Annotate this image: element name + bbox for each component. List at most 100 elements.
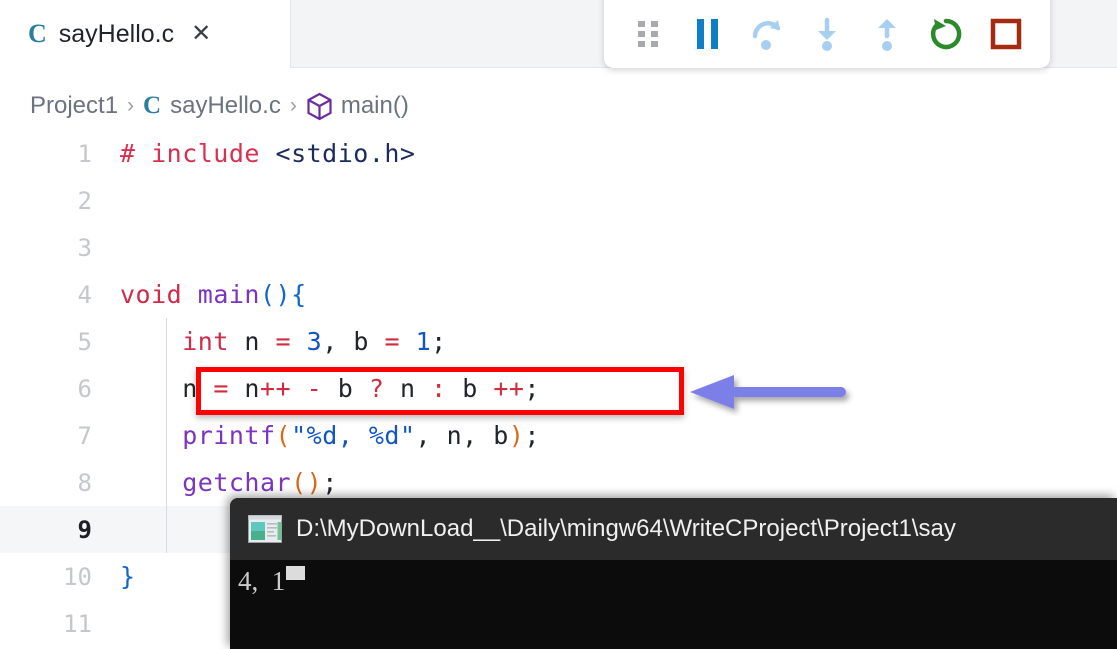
step-into-button[interactable] bbox=[804, 11, 850, 57]
code-token: n bbox=[228, 327, 276, 356]
code-token: <stdio.h> bbox=[275, 139, 416, 168]
step-over-button[interactable] bbox=[744, 11, 790, 57]
indent-guide bbox=[166, 318, 167, 553]
breadcrumb-file[interactable]: sayHello.c bbox=[170, 92, 281, 120]
breadcrumb-symbol[interactable]: main() bbox=[341, 92, 409, 120]
tab-sayhello-c[interactable]: C sayHello.c ✕ bbox=[0, 0, 291, 68]
code-token: 1 bbox=[415, 327, 432, 356]
code-line-7[interactable]: 7 printf("%d, %d", n, b); bbox=[0, 412, 1117, 459]
code-token: ++ bbox=[259, 374, 292, 403]
code-token: ++ bbox=[493, 374, 525, 403]
code-text: int n = 3, b = 1; bbox=[120, 327, 447, 356]
console-cursor bbox=[286, 566, 306, 580]
code-token: ) bbox=[306, 468, 323, 497]
code-token: = bbox=[275, 327, 292, 356]
restart-icon bbox=[931, 18, 962, 50]
step-out-button[interactable] bbox=[864, 11, 910, 57]
step-over-icon bbox=[753, 20, 781, 50]
code-token: ; bbox=[431, 327, 447, 356]
c-file-icon: C bbox=[143, 92, 162, 119]
code-line-3[interactable]: 3 bbox=[0, 224, 1117, 271]
console-title: D:\MyDownLoad__\Daily\mingw64\WriteCProj… bbox=[296, 515, 956, 542]
code-line-5[interactable]: 5 int n = 3, b = 1; bbox=[0, 318, 1117, 365]
stop-button[interactable] bbox=[983, 11, 1029, 57]
code-token: = bbox=[384, 327, 400, 356]
cube-symbol-icon bbox=[306, 92, 333, 121]
code-token: b bbox=[322, 374, 369, 403]
code-text: printf("%d, %d", n, b); bbox=[120, 421, 540, 450]
code-text: n = n++ - b ? n : b ++; bbox=[120, 374, 540, 403]
code-token: : bbox=[431, 374, 447, 403]
console-titlebar[interactable]: D:\MyDownLoad__\Daily\mingw64\WriteCProj… bbox=[230, 498, 1117, 560]
chevron-right-icon: › bbox=[289, 94, 297, 117]
line-number: 5 bbox=[77, 327, 92, 356]
console-output: 4, 1 bbox=[230, 560, 1117, 649]
code-token: "%d, %d" bbox=[291, 421, 416, 450]
close-icon[interactable]: ✕ bbox=[191, 22, 211, 46]
step-into-icon bbox=[817, 17, 836, 51]
code-text: void main(){ bbox=[120, 280, 307, 309]
code-token: } bbox=[120, 562, 136, 591]
line-number: 10 bbox=[63, 562, 92, 591]
line-number: 6 bbox=[77, 374, 92, 403]
line-number: 11 bbox=[63, 609, 92, 638]
code-token: n bbox=[384, 374, 432, 403]
breadcrumb-project[interactable]: Project1 bbox=[30, 92, 118, 120]
code-token: void bbox=[120, 280, 198, 309]
console-output-text: 4, 1 bbox=[238, 566, 286, 596]
chevron-right-icon: › bbox=[127, 94, 135, 117]
code-token: getchar bbox=[182, 468, 292, 497]
code-text: getchar(); bbox=[120, 468, 338, 497]
code-line-1[interactable]: 1 # include <stdio.h> bbox=[0, 130, 1117, 177]
line-number: 4 bbox=[77, 280, 92, 309]
line-number: 7 bbox=[77, 421, 92, 450]
code-token: ; bbox=[322, 468, 338, 497]
step-out-icon bbox=[877, 19, 896, 51]
code-text: # include <stdio.h> bbox=[120, 139, 415, 168]
code-token: ( bbox=[291, 468, 307, 497]
code-token: (){ bbox=[259, 280, 307, 309]
code-token: , n, b bbox=[415, 421, 509, 450]
stop-icon bbox=[990, 18, 1022, 50]
line-number: 2 bbox=[77, 186, 92, 215]
code-token: ) bbox=[508, 421, 525, 450]
code-token: - bbox=[306, 374, 323, 403]
code-token: ; bbox=[524, 374, 540, 403]
code-text: } bbox=[120, 562, 136, 591]
code-token: ( bbox=[275, 421, 292, 450]
drag-handle-dots bbox=[637, 21, 658, 47]
code-token: ? bbox=[368, 374, 385, 403]
pause-button[interactable] bbox=[685, 11, 731, 57]
code-token: main bbox=[197, 280, 260, 309]
line-number: 3 bbox=[77, 233, 92, 262]
code-line-6[interactable]: 6 n = n++ - b ? n : b ++; bbox=[0, 365, 1117, 412]
code-line-2[interactable]: 2 bbox=[0, 177, 1117, 224]
code-token: n bbox=[228, 374, 260, 403]
code-token: printf bbox=[182, 421, 276, 450]
breadcrumb: Project1 › C sayHello.c › main() bbox=[30, 86, 409, 126]
code-token: 3 bbox=[306, 327, 323, 356]
restart-button[interactable] bbox=[923, 11, 969, 57]
line-number: 9 bbox=[77, 515, 92, 544]
code-token: ; bbox=[524, 421, 540, 450]
code-token: int bbox=[182, 327, 229, 356]
drag-handle-icon[interactable] bbox=[625, 11, 671, 57]
line-number: 1 bbox=[77, 139, 92, 168]
code-line-4[interactable]: 4 void main(){ bbox=[0, 271, 1117, 318]
debug-toolbar[interactable] bbox=[604, 0, 1050, 68]
console-window-icon bbox=[248, 515, 282, 543]
code-token: , b bbox=[322, 327, 385, 356]
code-token: b bbox=[446, 374, 494, 403]
console-window[interactable]: D:\MyDownLoad__\Daily\mingw64\WriteCProj… bbox=[230, 498, 1117, 649]
c-file-icon: C bbox=[28, 19, 47, 48]
line-number: 8 bbox=[77, 468, 92, 497]
code-token: = bbox=[213, 374, 229, 403]
tab-label: sayHello.c bbox=[58, 19, 175, 48]
pause-icon bbox=[697, 19, 719, 49]
